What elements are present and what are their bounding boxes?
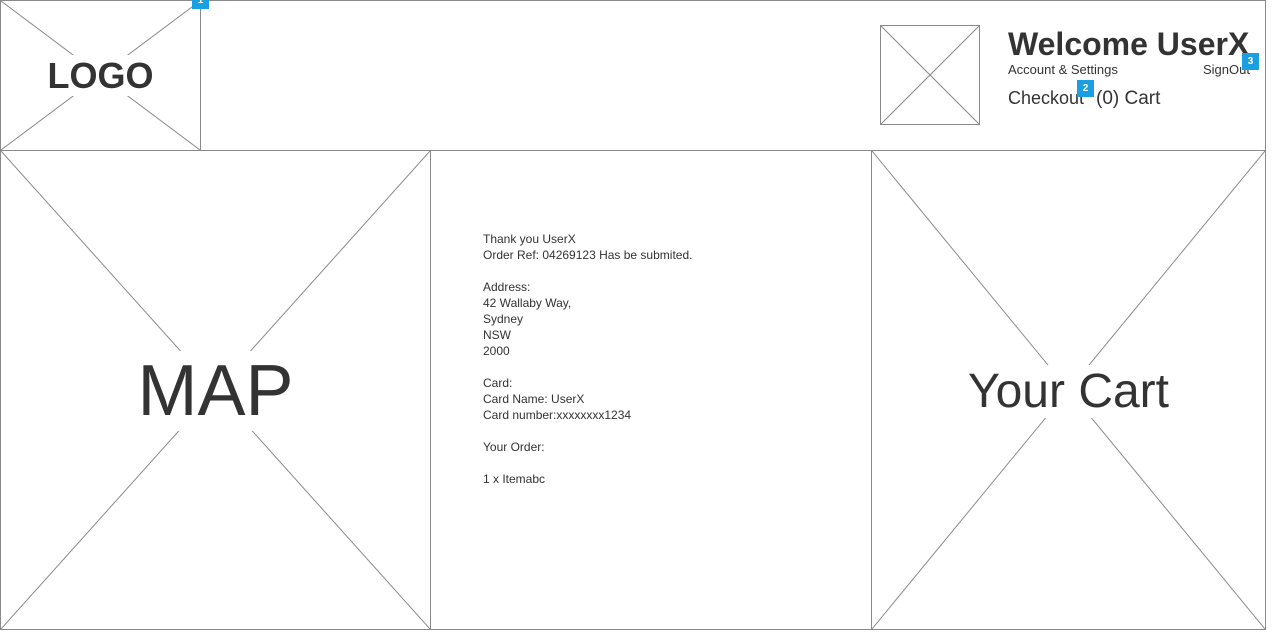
annotation-badge: 1 bbox=[192, 0, 209, 9]
cart-label: Your Cart bbox=[962, 365, 1175, 418]
order-summary-line: 1 x Itemabc bbox=[483, 472, 546, 486]
order-summary-line: NSW bbox=[483, 328, 511, 342]
order-summary-line: Thank you UserX bbox=[483, 232, 576, 246]
order-summary: Thank you UserX Order Ref: 04269123 Has b… bbox=[483, 231, 692, 487]
order-summary-line: 2000 bbox=[483, 344, 510, 358]
annotation-badge: 2 bbox=[1077, 80, 1094, 97]
order-confirmation-panel: Thank you UserX Order Ref: 04269123 Has b… bbox=[430, 150, 872, 630]
order-summary-line: Address: bbox=[483, 280, 531, 294]
map-label: MAP bbox=[131, 351, 300, 431]
logo-label: LOGO bbox=[41, 54, 160, 96]
wireframe-canvas: LOGO Welcome UserX Account & Settings Si… bbox=[0, 0, 1274, 639]
order-summary-line: Sydney bbox=[483, 312, 524, 326]
map-placeholder[interactable]: MAP bbox=[0, 150, 431, 630]
order-summary-line bbox=[483, 455, 692, 471]
order-summary-line bbox=[483, 423, 692, 439]
account-settings-link[interactable]: Account & Settings bbox=[1008, 62, 1118, 77]
order-summary-line bbox=[483, 359, 692, 375]
cart-placeholder[interactable]: Your Cart bbox=[871, 150, 1266, 630]
annotation-badge: 3 bbox=[1242, 53, 1259, 70]
order-summary-line: Card number:xxxxxxxx1234 bbox=[483, 408, 632, 422]
order-summary-line: Card Name: UserX bbox=[483, 392, 585, 406]
logo-placeholder[interactable]: LOGO bbox=[0, 0, 201, 151]
avatar bbox=[880, 25, 980, 125]
order-summary-line: Your Order: bbox=[483, 440, 545, 454]
order-summary-line: 42 Wallaby Way, bbox=[483, 296, 572, 310]
order-summary-line: Order Ref: 04269123 Has be submited. bbox=[483, 248, 693, 262]
welcome-heading: Welcome UserX bbox=[1008, 26, 1250, 62]
cart-count-link[interactable]: (0) Cart bbox=[1096, 88, 1160, 110]
order-summary-line: Card: bbox=[483, 376, 513, 390]
avatar-placeholder-icon bbox=[881, 26, 979, 124]
order-summary-line bbox=[483, 263, 692, 279]
checkout-link[interactable]: Checkout bbox=[1008, 88, 1084, 109]
